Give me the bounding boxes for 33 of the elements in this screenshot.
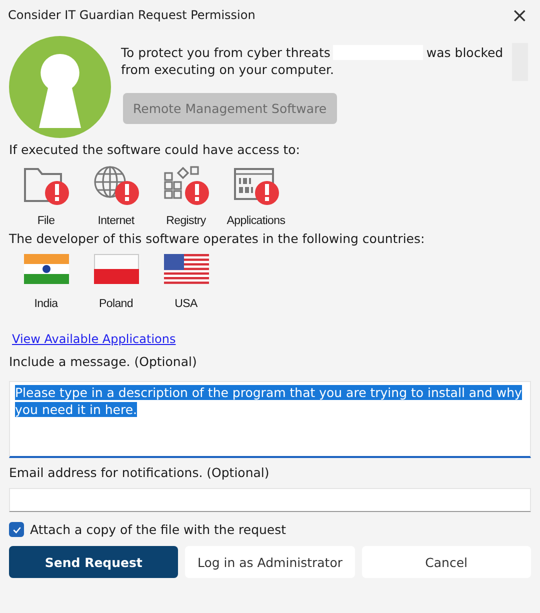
attach-label: Attach a copy of the file with the request	[30, 522, 286, 537]
send-request-button[interactable]: Send Request	[9, 546, 178, 578]
cancel-button[interactable]: Cancel	[362, 546, 531, 578]
flag-icon	[94, 254, 138, 284]
flag-icon	[164, 254, 208, 284]
folder-warning-icon	[23, 165, 69, 205]
access-label: Registry	[166, 215, 206, 227]
email-label: Email address for notifications. (Optional)	[9, 465, 270, 480]
country-label: India	[34, 298, 58, 310]
binary-window-warning-icon	[233, 165, 279, 205]
check-icon	[12, 524, 22, 534]
country-label: Poland	[98, 298, 133, 310]
blocks-warning-icon	[163, 165, 209, 205]
access-label: Internet	[98, 215, 134, 227]
country-label: USA	[174, 298, 198, 310]
message-field[interactable]: Please type in a description of the program that you are trying to install and why you need it in here.	[9, 381, 531, 458]
notice-text: To protect you from cyber threats	[121, 44, 330, 61]
flag-icon	[24, 254, 68, 284]
email-field[interactable]	[9, 488, 531, 512]
globe-warning-icon	[93, 165, 139, 205]
access-heading: If executed the software could have access to:	[9, 142, 301, 157]
access-label: Applications	[226, 215, 286, 227]
view-applications-link[interactable]: View Available Applications	[12, 332, 176, 346]
keyhole-icon	[9, 36, 111, 138]
login-button[interactable]: Log in as Administrator	[185, 546, 355, 578]
notice-text: from executing on your computer.	[121, 61, 334, 78]
checkbox[interactable]	[9, 522, 24, 537]
notice-text: was blocked	[426, 44, 504, 61]
access-label: File	[37, 215, 55, 227]
close-button[interactable]: ×	[507, 3, 532, 27]
countries-heading: The developer of this software operates in the following countries:	[9, 231, 426, 246]
window-title: Consider IT Guardian Request Permission	[8, 8, 256, 22]
message-label: Include a message. (Optional)	[9, 354, 198, 369]
